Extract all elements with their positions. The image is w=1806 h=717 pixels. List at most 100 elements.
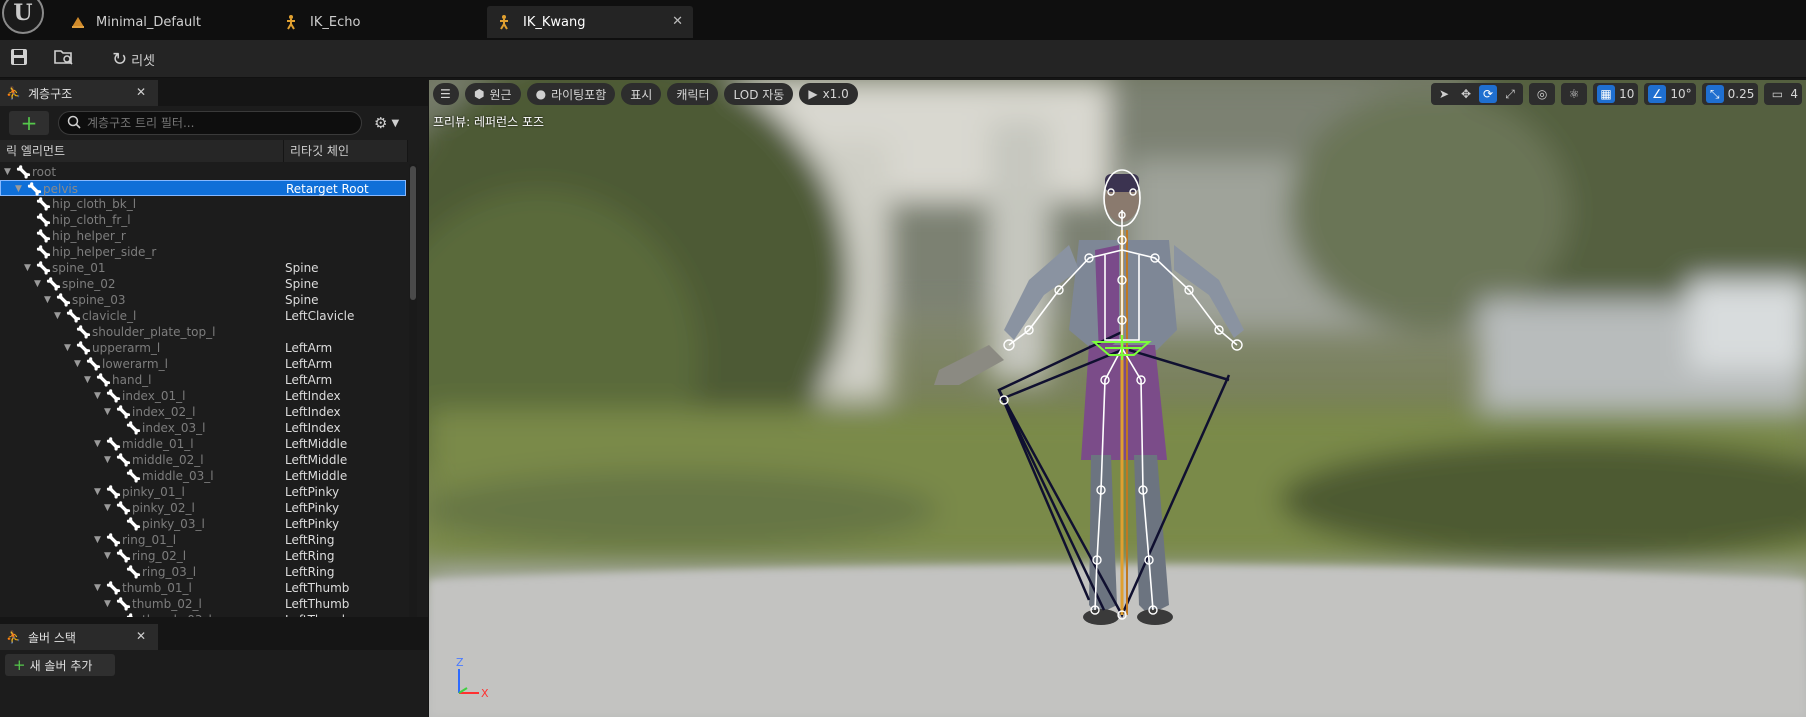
viewport-menu-button[interactable]: ☰: [433, 83, 459, 105]
axis-gizmo: Z X: [456, 656, 489, 700]
tab-hierarchy[interactable]: ⛹ 계층구조 ✕: [0, 80, 158, 106]
expand-arrow-icon[interactable]: ▼: [24, 260, 34, 276]
preview-viewport[interactable]: ☰ ⬢ 원근 ● 라이팅포함 표시 캐릭터 LOD 자동 ▶ x1.0 ➤ ✥ …: [429, 80, 1806, 717]
perspective-button[interactable]: ⬢ 원근: [465, 83, 521, 105]
playback-speed-button[interactable]: ▶ x1.0: [799, 83, 858, 105]
tab-ik-kwang[interactable]: IK_Kwang ✕: [487, 6, 693, 38]
expand-arrow-icon[interactable]: ▼: [34, 276, 44, 292]
show-button[interactable]: 표시: [621, 83, 662, 105]
expand-arrow-icon[interactable]: ▼: [94, 580, 104, 596]
tab-solver-stack[interactable]: ⛹ 솔버 스택 ✕: [0, 624, 158, 650]
tree-row[interactable]: ▼ 🦴 index_01_l LeftIndex: [0, 388, 406, 404]
grid-snap-value[interactable]: 10: [1619, 87, 1634, 101]
bone-name: thumb_02_l: [132, 597, 202, 611]
tree-row[interactable]: ▼ 🦴 spine_03 Spine: [0, 292, 406, 308]
scale-icon[interactable]: ⤢: [1501, 85, 1519, 103]
expand-arrow-icon[interactable]: ▼: [94, 436, 104, 452]
tree-row[interactable]: 🦴thumb_03_l LeftThumb: [0, 612, 406, 617]
tree-row[interactable]: ▼ 🦴 ring_02_l LeftRing: [0, 548, 406, 564]
tree-row[interactable]: ▼ 🦴 hand_l LeftArm: [0, 372, 406, 388]
lighting-button[interactable]: ● 라이팅포함: [526, 83, 616, 105]
tree-row[interactable]: ▼ 🦴 pelvis Retarget Root: [0, 180, 406, 196]
close-tab-icon[interactable]: ✕: [672, 14, 683, 29]
expand-arrow-icon[interactable]: ▼: [104, 596, 114, 612]
camera-icon[interactable]: ▭: [1768, 85, 1786, 103]
tree-row[interactable]: 🦴 index_03_l LeftIndex: [0, 420, 406, 436]
close-panel-icon[interactable]: ✕: [136, 629, 146, 643]
rotation-snap-value[interactable]: 10°: [1670, 87, 1691, 101]
bone-icon: 🦴: [27, 182, 42, 196]
expand-arrow-icon[interactable]: ▼: [104, 500, 114, 516]
tree-row[interactable]: 🦴 pinky_03_l LeftPinky: [0, 516, 406, 532]
tree-row[interactable]: ▼ 🦴 lowerarm_l LeftArm: [0, 356, 406, 372]
hierarchy-settings-button[interactable]: ⚙ ▼: [374, 112, 408, 134]
expand-arrow-icon[interactable]: ▼: [74, 356, 84, 372]
hierarchy-icon: ⛹: [6, 86, 21, 100]
hierarchy-filter-box[interactable]: [58, 111, 362, 135]
tab-ik-echo[interactable]: IK_Echo: [274, 6, 454, 38]
hierarchy-scrollbar[interactable]: [409, 164, 417, 617]
scrollbar-thumb[interactable]: [410, 166, 416, 300]
tree-row[interactable]: ▼ 🦴 index_02_l LeftIndex: [0, 404, 406, 420]
close-panel-icon[interactable]: ✕: [136, 85, 146, 99]
tree-row[interactable]: ▼ 🦴 thumb_02_l LeftThumb: [0, 596, 406, 612]
grid-snap-icon[interactable]: ▦: [1597, 85, 1616, 103]
expand-arrow-icon[interactable]: ▼: [15, 181, 25, 197]
tree-row[interactable]: ▼ 🦴 spine_02 Spine: [0, 276, 406, 292]
rotation-snap-icon[interactable]: ∠: [1648, 85, 1667, 103]
tree-row[interactable]: 🦴 middle_03_l LeftMiddle: [0, 468, 406, 484]
tree-row[interactable]: ▼ 🦴 pinky_02_l LeftPinky: [0, 500, 406, 516]
expand-arrow-icon[interactable]: ▼: [104, 452, 114, 468]
scale-snap-icon[interactable]: ⤡: [1705, 85, 1724, 103]
add-element-button[interactable]: +: [9, 111, 49, 135]
tree-row[interactable]: ▼ 🦴 middle_02_l LeftMiddle: [0, 452, 406, 468]
tree-row[interactable]: ▼ 🦴 root: [0, 164, 406, 180]
retarget-chain-name: LeftRing: [285, 549, 335, 563]
lod-label: LOD 자동: [733, 87, 785, 102]
add-solver-button[interactable]: + 새 솔버 추가: [5, 654, 115, 676]
reset-button[interactable]: ↻ 리셋: [112, 46, 172, 72]
tree-row[interactable]: ▼ 🦴 upperarm_l LeftArm: [0, 340, 406, 356]
expand-arrow-icon[interactable]: ▼: [84, 372, 94, 388]
browse-asset-button[interactable]: [54, 46, 78, 72]
tree-row[interactable]: ▼ 🦴 ring_01_l LeftRing: [0, 532, 406, 548]
expand-arrow-icon[interactable]: ▼: [64, 340, 74, 356]
bone-icon: 🦴: [116, 501, 131, 515]
lod-button[interactable]: LOD 자동: [724, 83, 794, 105]
move-icon[interactable]: ✥: [1457, 85, 1475, 103]
tree-row[interactable]: ▼ 🦴 spine_01 Spine: [0, 260, 406, 276]
tree-row[interactable]: 🦴 hip_cloth_bk_l: [0, 196, 406, 212]
surface-snap-icon[interactable]: ⚛: [1565, 85, 1583, 103]
expand-arrow-icon[interactable]: ▼: [94, 388, 104, 404]
tree-row[interactable]: ▼ 🦴 thumb_01_l LeftThumb: [0, 580, 406, 596]
camera-speed-value[interactable]: 4: [1790, 87, 1798, 101]
character-button[interactable]: 캐릭터: [667, 83, 719, 105]
play-icon: ▶: [808, 87, 818, 101]
character-label: 캐릭터: [676, 87, 710, 102]
scale-snap-value[interactable]: 0.25: [1728, 87, 1755, 101]
save-button[interactable]: [10, 46, 34, 72]
tree-row[interactable]: 🦴 hip_cloth_fr_l: [0, 212, 406, 228]
expand-arrow-icon[interactable]: ▼: [104, 404, 114, 420]
tree-row[interactable]: 🦴 shoulder_plate_top_l: [0, 324, 406, 340]
tree-row[interactable]: ▼ 🦴 clavicle_l LeftClavicle: [0, 308, 406, 324]
expand-arrow-icon[interactable]: ▼: [54, 308, 64, 324]
hierarchy-filter-input[interactable]: [87, 116, 347, 130]
tree-row[interactable]: ▼ 🦴 pinky_01_l LeftPinky: [0, 484, 406, 500]
tree-row[interactable]: 🦴 ring_03_l LeftRing: [0, 564, 406, 580]
tree-row[interactable]: 🦴 hip_helper_side_r: [0, 244, 406, 260]
tab-minimal-default[interactable]: Minimal_Default: [60, 6, 230, 38]
select-cursor-icon[interactable]: ➤: [1435, 85, 1453, 103]
expand-arrow-icon[interactable]: ▼: [94, 532, 104, 548]
unreal-logo-icon[interactable]: U: [2, 0, 44, 34]
expand-arrow-icon[interactable]: ▼: [104, 548, 114, 564]
rotate-icon[interactable]: ⟳: [1479, 85, 1498, 103]
column-header-chain[interactable]: 리타깃 체인: [284, 140, 408, 162]
expand-arrow-icon[interactable]: ▼: [94, 484, 104, 500]
world-space-icon[interactable]: ◎: [1533, 85, 1551, 103]
column-header-element[interactable]: 릭 엘리먼트: [0, 140, 284, 162]
tree-row[interactable]: ▼ 🦴 middle_01_l LeftMiddle: [0, 436, 406, 452]
expand-arrow-icon[interactable]: ▼: [4, 164, 14, 180]
tree-row[interactable]: 🦴 hip_helper_r: [0, 228, 406, 244]
expand-arrow-icon[interactable]: ▼: [44, 292, 54, 308]
